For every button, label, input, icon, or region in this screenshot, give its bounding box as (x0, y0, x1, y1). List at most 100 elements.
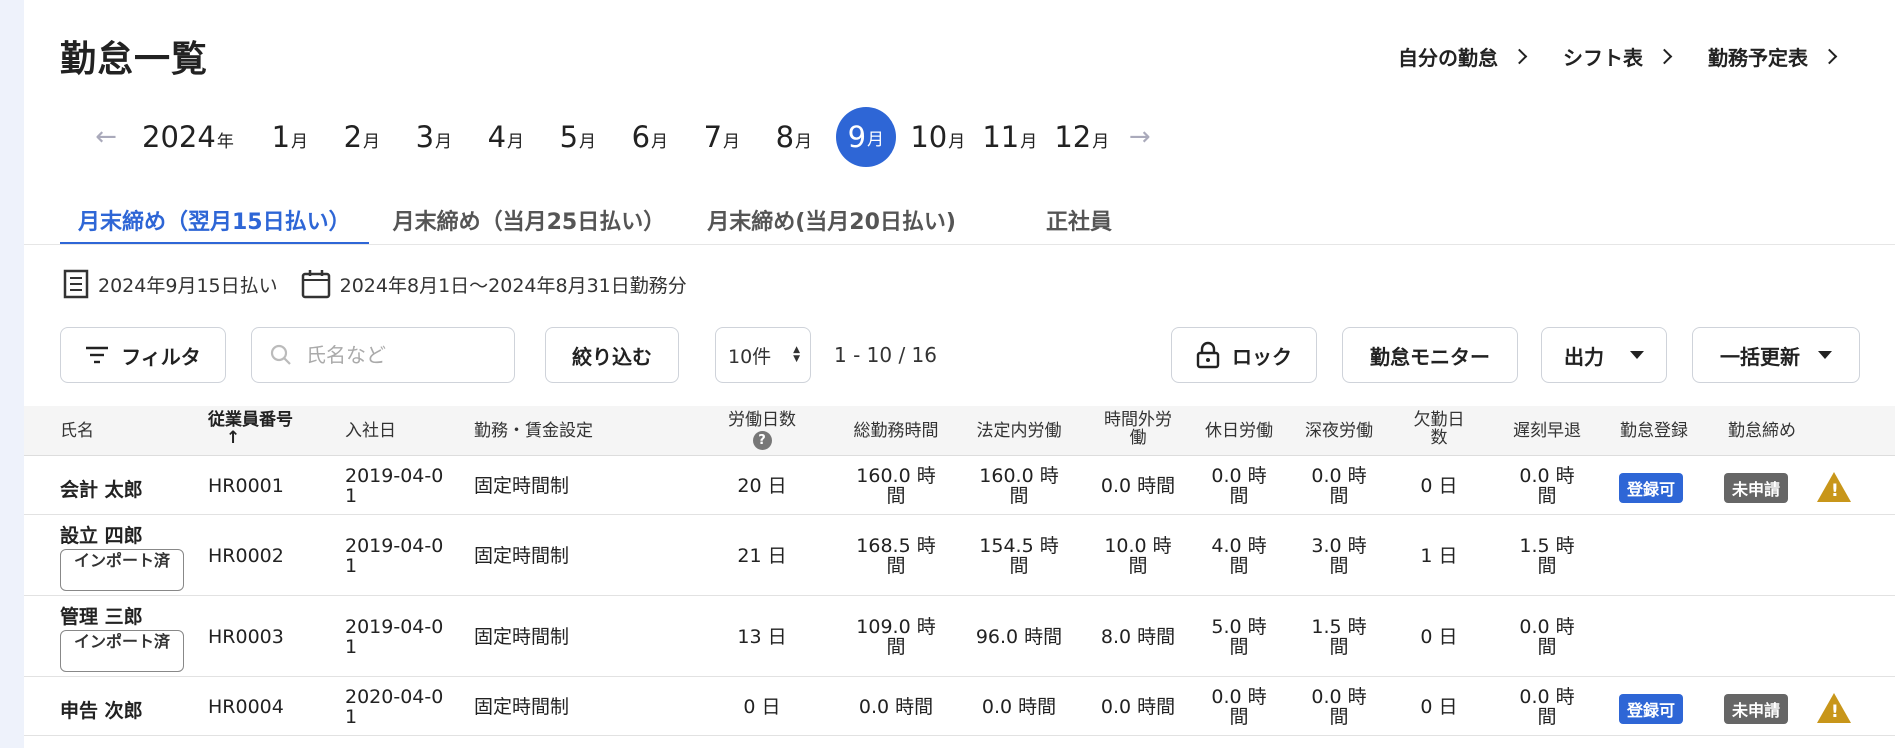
cell-days: 0 日 (743, 695, 781, 718)
table-row[interactable]: 設立 四郎 インポート済 HR0002 2019-04-0 1 固定時間制 21 日 168.… (24, 515, 1895, 596)
cell-legal: 96.0 時間 (975, 625, 1063, 648)
search-input[interactable] (306, 343, 486, 367)
work-setting: 固定時間制 (474, 544, 570, 567)
link-my-attendance[interactable]: 自分の勤怠 (1398, 42, 1528, 71)
month-3[interactable]: 3月 (398, 106, 470, 168)
month-10[interactable]: 10月 (902, 106, 974, 168)
per-page-select[interactable]: 10件 ▲ ▼ (715, 327, 811, 383)
header-closing[interactable]: 勤怠締め (1717, 422, 1807, 440)
page-title: 勤怠一覧 (60, 39, 209, 80)
employee-number: HR0002 (208, 544, 284, 567)
header-overtime[interactable]: 時間外労働 (1088, 411, 1188, 447)
filter-button[interactable]: フィルタ (60, 327, 226, 383)
month-2[interactable]: 2月 (326, 106, 398, 168)
lock-icon (1196, 341, 1220, 369)
toolbar: フィルタ 絞り込む 10件 ▲▼ 1 - 10 / 16 ロック 勤怠モニター … (60, 327, 1860, 383)
payday-info: 2024年9月15日払い (62, 268, 278, 300)
warning-icon[interactable]: ! (1817, 471, 1851, 502)
header-join-date[interactable]: 入社日 (345, 422, 396, 440)
cell-absence: 0 日 (1420, 695, 1458, 718)
header-emp-no[interactable]: 従業員番号 ↑ (208, 411, 293, 447)
tab-regular-employee[interactable]: 正社員 (1028, 198, 1130, 245)
arrow-left-icon[interactable]: ← (84, 122, 128, 152)
cell-night: 0.0 時間 (1311, 685, 1367, 728)
filter-icon (86, 346, 109, 364)
header-register[interactable]: 勤怠登録 (1609, 422, 1699, 440)
cell-overtime: 8.0 時間 (1100, 625, 1176, 648)
month-4[interactable]: 4月 (470, 106, 542, 168)
tab-month-end-20th[interactable]: 月末締め(当月20日払い) (689, 198, 974, 245)
employee-name[interactable]: 管理 三郎 (60, 602, 143, 629)
join-date: 2019-04-0 1 (345, 615, 444, 658)
link-work-schedule[interactable]: 勤務予定表 (1708, 42, 1838, 71)
table-row[interactable]: 管理 三郎 インポート済 HR0003 2019-04-0 1 固定時間制 13 日 109.… (24, 596, 1895, 677)
tab-month-end-25th[interactable]: 月末締め（当月25日払い） (375, 198, 684, 245)
year-label: 2024年 (142, 120, 234, 154)
cell-total: 0.0 時間 (858, 695, 934, 718)
employee-name[interactable]: 申告 次郎 (60, 696, 143, 723)
header-setting[interactable]: 勤務・賃金設定 (474, 422, 593, 440)
period-info-item: 2024年8月1日〜2024年8月31日勤務分 (300, 268, 687, 300)
join-date: 2020-04-0 1 (345, 685, 444, 728)
cell-late: 0.0 時間 (1519, 615, 1575, 658)
month-7[interactable]: 7月 (686, 106, 758, 168)
table-row[interactable]: 会計 太郎 HR0001 2019-04-0 1 固定時間制 20 日 160.0 時間 16… (24, 456, 1895, 515)
table-row[interactable]: 申告 次郎 HR0004 2020-04-0 1 固定時間制 0 日 0.0 時間 0.0 時… (24, 677, 1895, 736)
register-status-badge: 登録可 (1619, 472, 1684, 503)
bulk-update-button[interactable]: 一括更新 (1692, 327, 1860, 383)
search-icon (270, 344, 291, 365)
closing-status-badge: 未申請 (1724, 693, 1789, 724)
header-late[interactable]: 遅刻早退 (1502, 422, 1592, 440)
join-date: 2019-04-0 1 (345, 534, 444, 577)
link-shift-table[interactable]: シフト表 (1563, 42, 1673, 71)
header-legal[interactable]: 法定内労働 (959, 422, 1079, 440)
header-night[interactable]: 深夜労働 (1294, 422, 1384, 440)
month-9[interactable]: 9月 (830, 106, 902, 168)
cell-holiday: 0.0 時間 (1211, 464, 1267, 507)
cell-absence: 0 日 (1420, 625, 1458, 648)
lock-button[interactable]: ロック (1171, 327, 1317, 383)
month-12[interactable]: 12月 (1046, 106, 1118, 168)
output-button[interactable]: 出力 (1541, 327, 1667, 383)
monitor-button[interactable]: 勤怠モニター (1342, 327, 1518, 383)
warning-icon[interactable]: ! (1817, 692, 1851, 723)
month-8[interactable]: 8月 (758, 106, 830, 168)
cell-total: 168.5 時間 (856, 534, 936, 577)
join-date: 2019-04-0 1 (345, 464, 444, 507)
work-setting: 固定時間制 (474, 695, 570, 718)
work-setting: 固定時間制 (474, 625, 570, 648)
cell-holiday: 5.0 時間 (1211, 615, 1267, 658)
sort-asc-icon: ↑ (226, 428, 241, 448)
cell-holiday: 4.0 時間 (1211, 534, 1267, 577)
import-status-badge: インポート済 (60, 630, 184, 672)
cell-night: 0.0 時間 (1311, 464, 1367, 507)
chevron-right-icon (1656, 48, 1673, 65)
employee-name[interactable]: 設立 四郎 (60, 521, 143, 548)
month-1[interactable]: 1月 (254, 106, 326, 168)
cell-overtime: 10.0 時間 (1104, 534, 1172, 577)
header-absence[interactable]: 欠勤日数 (1399, 411, 1479, 447)
arrow-right-icon[interactable]: → (1118, 122, 1162, 152)
table-header: 氏名 従業員番号 ↑ 入社日 勤務・賃金設定 労働日数 ? 総勤務時間 法定内労… (24, 406, 1895, 456)
cell-absence: 1 日 (1420, 544, 1458, 567)
header-holiday[interactable]: 休日労働 (1194, 422, 1284, 440)
cell-absence: 0 日 (1420, 474, 1458, 497)
narrow-button[interactable]: 絞り込む (545, 327, 679, 383)
cell-total: 160.0 時間 (856, 464, 936, 507)
month-5[interactable]: 5月 (542, 106, 614, 168)
cell-days: 13 日 (737, 625, 787, 648)
tab-month-end-15th[interactable]: 月末締め（翌月15日払い） (60, 198, 369, 245)
month-11[interactable]: 11月 (974, 106, 1046, 168)
employee-name[interactable]: 会計 太郎 (60, 475, 143, 502)
header-workdays[interactable]: 労働日数 ? (717, 411, 807, 450)
cell-late: 0.0 時間 (1519, 685, 1575, 728)
help-icon[interactable]: ? (752, 431, 772, 450)
cell-overtime: 0.0 時間 (1100, 695, 1176, 718)
header-total[interactable]: 総勤務時間 (836, 422, 956, 440)
cell-night: 1.5 時間 (1311, 615, 1367, 658)
caret-down-icon (1818, 351, 1832, 359)
cell-days: 20 日 (737, 474, 787, 497)
header-name[interactable]: 氏名 (60, 422, 94, 440)
search-box (251, 327, 515, 383)
month-6[interactable]: 6月 (614, 106, 686, 168)
